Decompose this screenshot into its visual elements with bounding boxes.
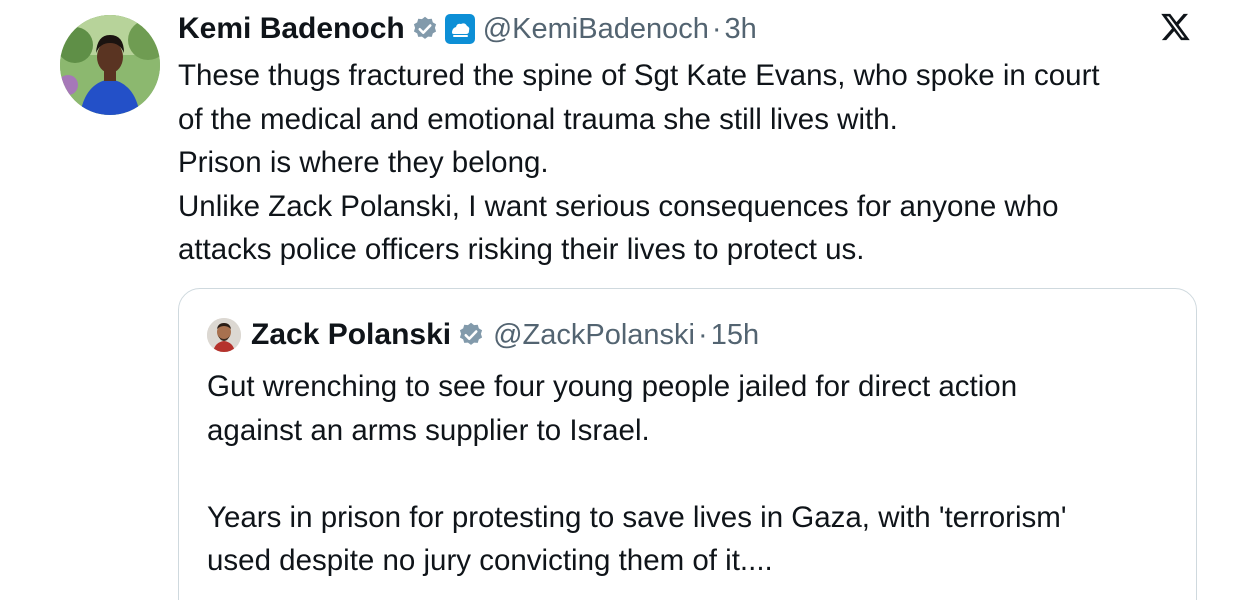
tweet-text-line: attacks police officers risking their li… — [178, 233, 865, 266]
quoted-avatar[interactable] — [207, 318, 241, 352]
tweet-timestamp[interactable]: 3h — [725, 13, 757, 46]
quoted-author-handle[interactable]: @ZackPolanski — [493, 319, 695, 352]
quoted-text-line: against an arms supplier to Israel. — [207, 413, 650, 447]
quoted-text-line: Years in prison for protesting to save l… — [207, 500, 1067, 534]
avatar[interactable] — [60, 15, 160, 115]
tweet-text-line: Prison is where they belong. — [178, 146, 549, 179]
author-name[interactable]: Kemi Badenoch — [178, 12, 405, 46]
quoted-tweet-text: Gut wrenching to see four young people j… — [207, 365, 1167, 583]
tweet-text-line: Unlike Zack Polanski, I want serious con… — [178, 189, 1059, 223]
tweet-text-line: These thugs fractured the spine of Sgt K… — [178, 59, 1100, 92]
quoted-text-line: used despite no jury convicting them of … — [207, 544, 773, 577]
tweet-text-line: of the medical and emotional trauma she … — [178, 102, 898, 136]
quoted-avatar-photo — [207, 318, 241, 352]
x-logo-icon[interactable] — [1160, 12, 1190, 42]
conservative-tree-icon[interactable] — [444, 14, 475, 44]
quoted-text-line: Gut wrenching to see four young people j… — [207, 370, 1018, 403]
quoted-tweet-header: Zack Polanski @ZackPolanski · 15h — [207, 317, 759, 353]
quoted-tweet-timestamp[interactable]: 15h — [711, 319, 759, 352]
tweet-text: These thugs fractured the spine of Sgt K… — [178, 54, 1198, 272]
author-handle[interactable]: @KemiBadenoch — [483, 13, 709, 46]
tweet-header: Kemi Badenoch @KemiBadenoch · 3h — [178, 10, 757, 48]
verified-badge-icon — [457, 321, 485, 349]
avatar-photo — [60, 15, 160, 115]
tweet[interactable]: Kemi Badenoch @KemiBadenoch · 3h These t… — [0, 0, 1250, 600]
verified-badge-icon — [411, 15, 439, 43]
quoted-author-name[interactable]: Zack Polanski — [251, 318, 451, 352]
separator-dot: · — [698, 318, 708, 351]
separator-dot: · — [711, 12, 722, 45]
quoted-tweet-card[interactable]: Zack Polanski @ZackPolanski · 15h Gut wr… — [178, 288, 1197, 600]
